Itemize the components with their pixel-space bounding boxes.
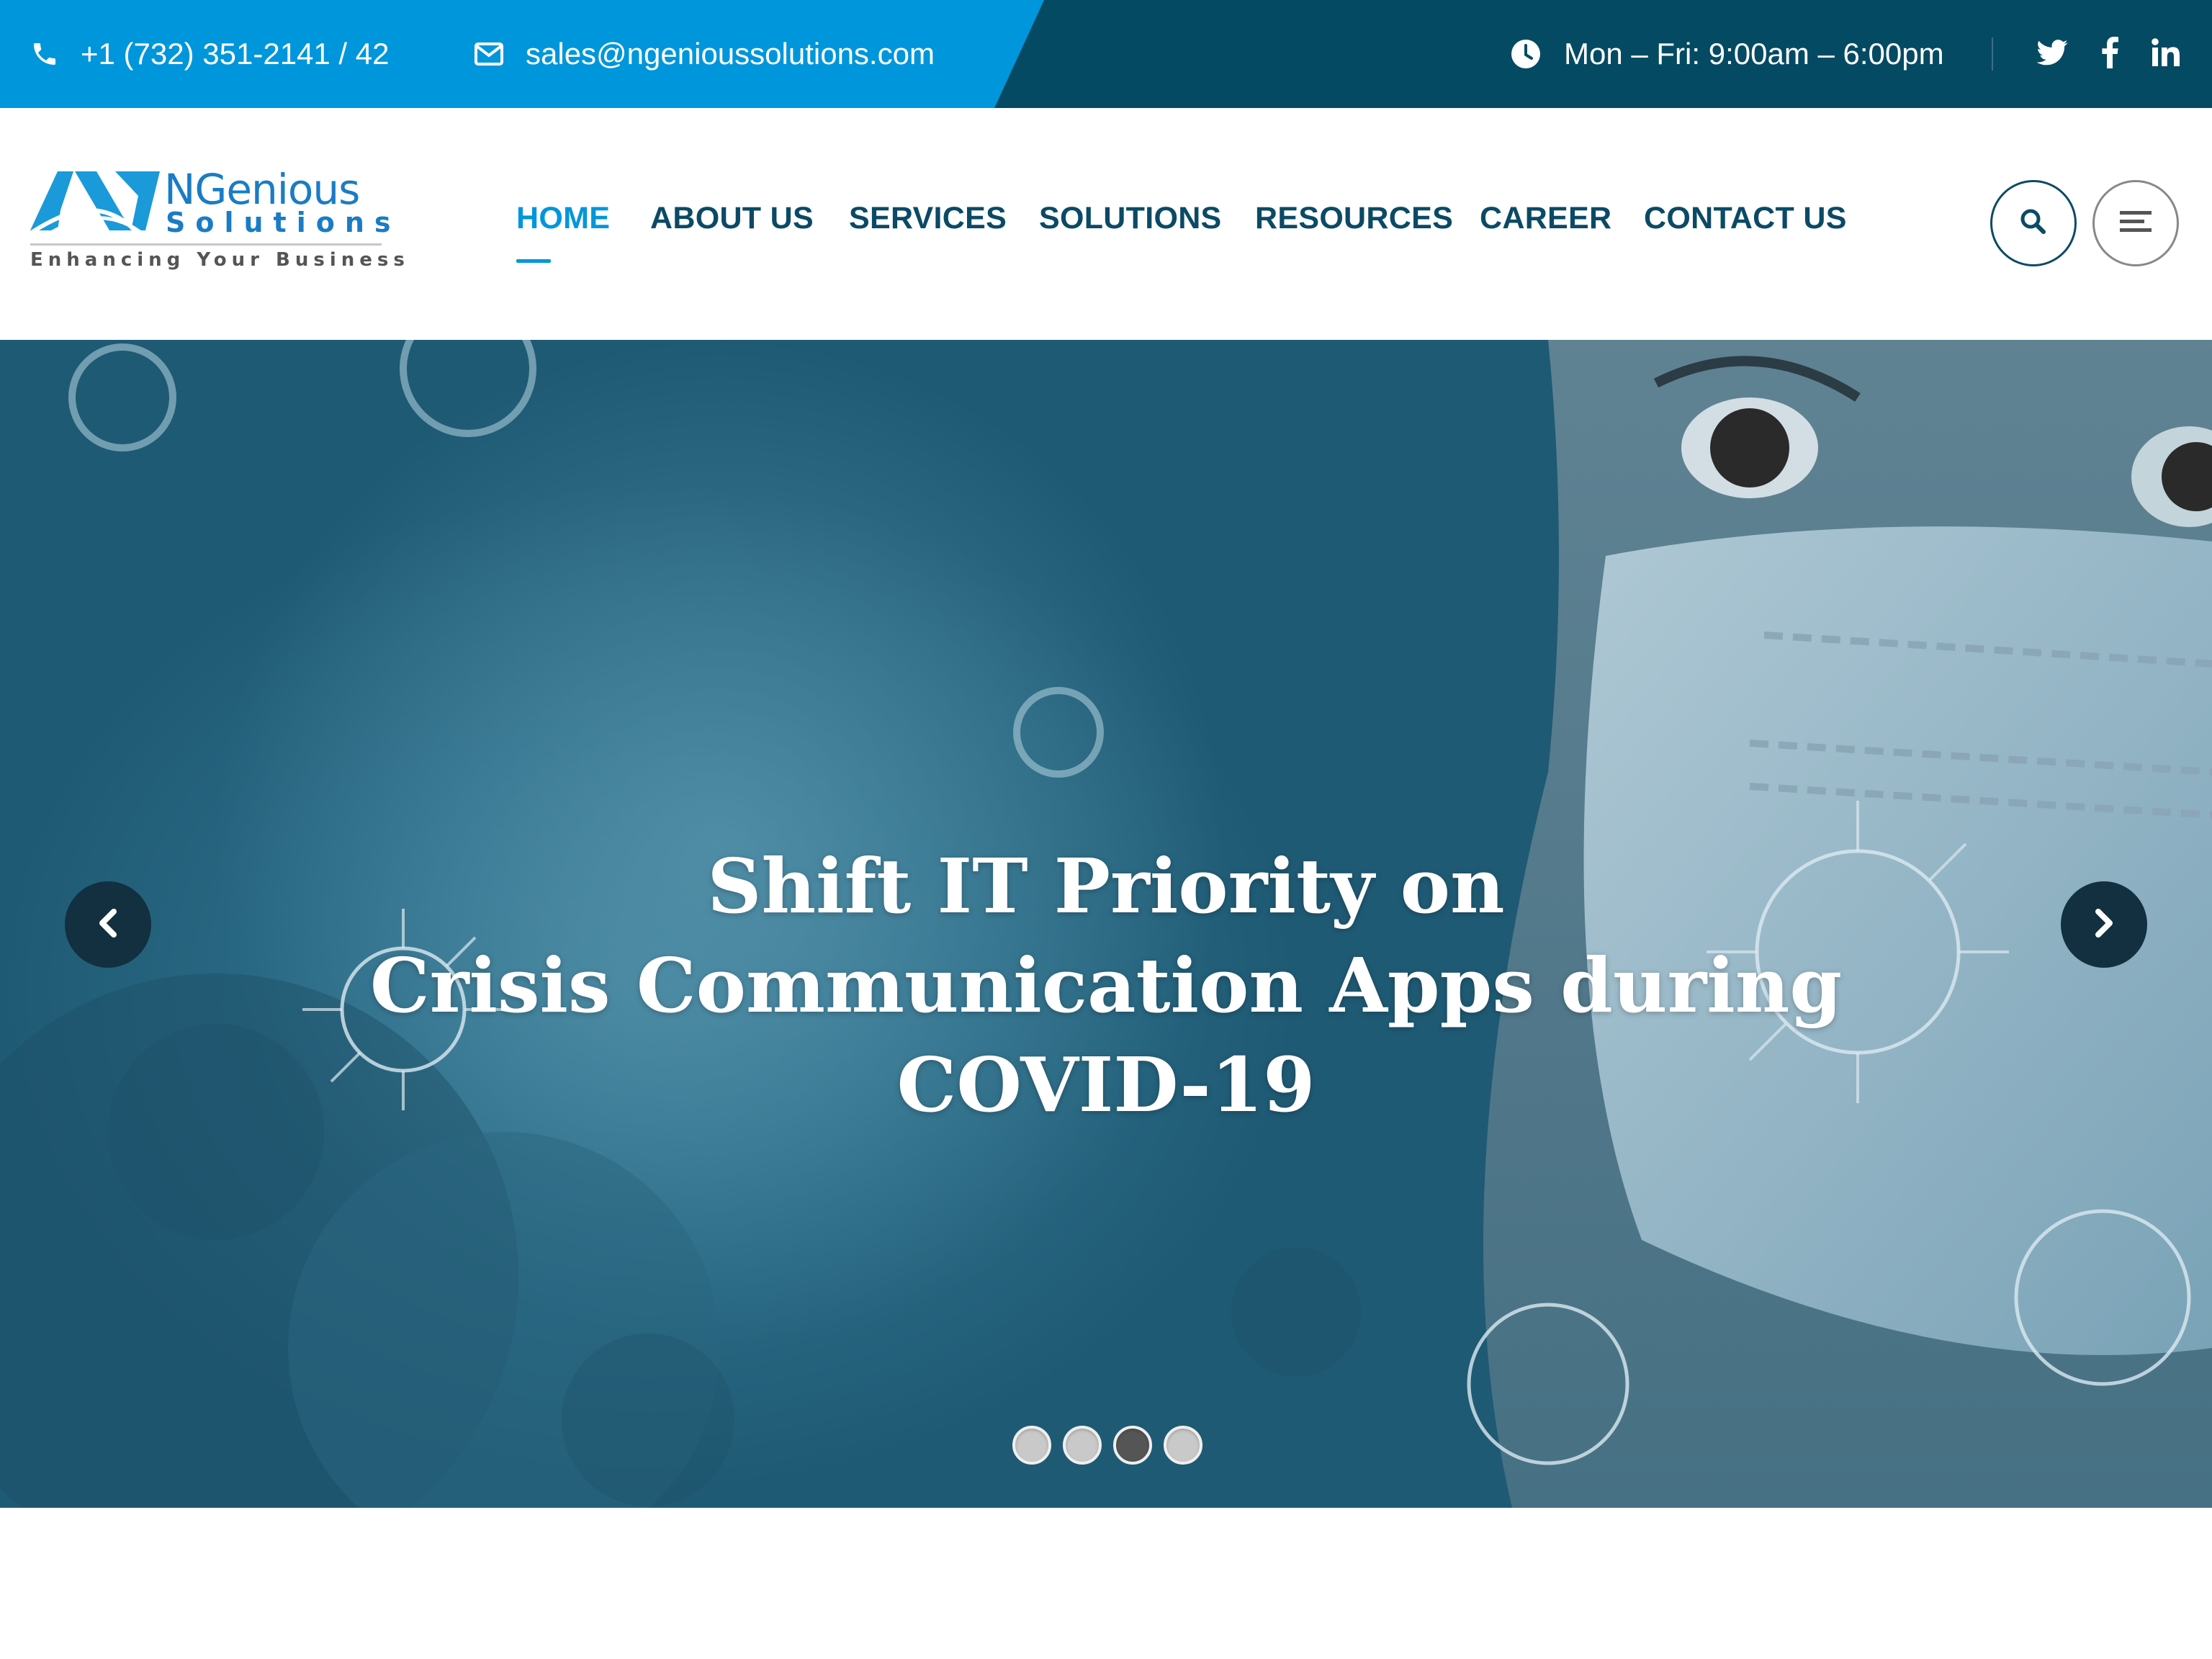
- logo[interactable]: NGenious Solutions Enhancing Your Busine…: [29, 165, 405, 282]
- nav-contact-us[interactable]: CONTACT US: [1644, 203, 1847, 234]
- site-header: NGenious Solutions Enhancing Your Busine…: [0, 108, 2212, 340]
- menu-button[interactable]: [2092, 180, 2179, 266]
- topbar-hours-text: Mon – Fri: 9:00am – 6:00pm: [1564, 37, 1944, 71]
- slider-prev-button[interactable]: [65, 881, 151, 968]
- linkedin-link[interactable]: [2152, 0, 2180, 108]
- envelope-icon: [474, 42, 504, 66]
- topbar-phone-text: +1 (732) 351-2141 / 42: [81, 37, 390, 71]
- linkedin-icon: [2152, 37, 2180, 71]
- nav-about-us[interactable]: ABOUT US: [650, 203, 814, 234]
- topbar-email[interactable]: sales@ngenioussolutions.com: [474, 0, 935, 108]
- clock-icon: [1511, 39, 1541, 69]
- nav-career[interactable]: CAREER: [1480, 203, 1611, 234]
- chevron-right-icon: [2091, 907, 2117, 943]
- twitter-icon: [2036, 39, 2068, 69]
- hero-title: Shift IT Priority on Crisis Communicatio…: [0, 837, 2212, 1135]
- facebook-icon: [2101, 36, 2118, 72]
- logo-name: NGenious: [164, 165, 360, 214]
- hamburger-menu-icon: [2120, 210, 2152, 238]
- hero-title-line-3: COVID-19: [896, 1040, 1316, 1129]
- nav-solutions[interactable]: SOLUTIONS: [1039, 203, 1222, 234]
- slider-dot-1[interactable]: [1012, 1426, 1051, 1465]
- logo-subname: Solutions: [166, 207, 401, 238]
- chevron-left-icon: [95, 907, 121, 943]
- topbar-hours: Mon – Fri: 9:00am – 6:00pm: [1511, 0, 1944, 108]
- nav-resources[interactable]: RESOURCES: [1255, 203, 1453, 234]
- slider-next-button[interactable]: [2061, 881, 2147, 968]
- nav-home[interactable]: HOME: [516, 203, 610, 234]
- search-icon: [2019, 207, 2048, 240]
- search-button[interactable]: [1990, 180, 2077, 266]
- slider-dot-4[interactable]: [1164, 1426, 1202, 1465]
- phone-icon: [30, 40, 59, 68]
- page-content-area: [0, 1508, 2212, 1659]
- hero-slider: Shift IT Priority on Crisis Communicatio…: [0, 340, 2212, 1508]
- topbar-email-text: sales@ngenioussolutions.com: [526, 37, 935, 71]
- logo-tagline: Enhancing Your Business: [30, 249, 410, 271]
- slider-pagination: [1012, 1426, 1202, 1465]
- twitter-link[interactable]: [2036, 0, 2068, 108]
- slider-dot-2[interactable]: [1063, 1426, 1102, 1465]
- topbar-phone[interactable]: +1 (732) 351-2141 / 42: [30, 0, 390, 108]
- hero-title-line-1: Shift IT Priority on: [707, 842, 1505, 930]
- logo-divider: [30, 243, 382, 246]
- facebook-link[interactable]: [2101, 0, 2118, 108]
- nav-active-indicator: [516, 259, 551, 263]
- nav-services[interactable]: SERVICES: [849, 203, 1007, 234]
- slider-dot-3[interactable]: [1113, 1426, 1152, 1465]
- topbar-divider: [1992, 37, 1993, 71]
- logo-mark-icon: [29, 167, 160, 243]
- hero-title-line-2: Crisis Communication Apps during: [369, 941, 1843, 1030]
- top-bar: +1 (732) 351-2141 / 42 sales@ngenioussol…: [0, 0, 2212, 108]
